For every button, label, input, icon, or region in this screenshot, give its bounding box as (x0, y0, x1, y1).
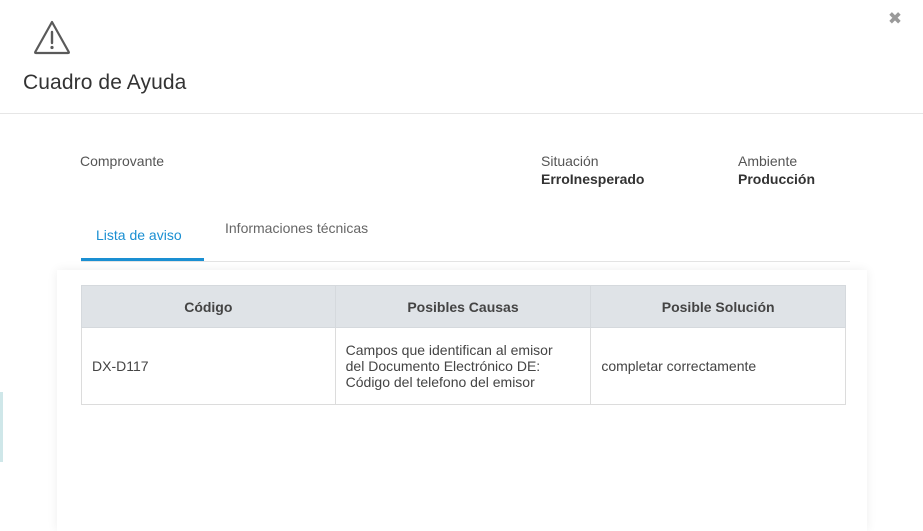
tab-bar: Lista de aviso Informaciones técnicas (81, 213, 850, 262)
causa-line: Campos que identifican al emisor (345, 342, 553, 358)
comprobante-label: Comprovante (80, 153, 165, 169)
dialog-title: Cuadro de Ayuda (23, 71, 187, 94)
tab-informaciones-tecnicas[interactable]: Informaciones técnicas (221, 213, 391, 260)
tab-lista-de-aviso[interactable]: Lista de aviso (81, 213, 204, 261)
column-header-causas: Posibles Causas (334, 285, 592, 328)
dialog-header: Cuadro de Ayuda ✖ (0, 0, 923, 114)
warnings-table: Código Posibles Causas Posible Solución … (81, 285, 846, 405)
table-row: DX-D117 Campos que identifican al emisor… (81, 327, 846, 405)
situacion-value: ErroInesperado (541, 171, 645, 187)
cell-causas: Campos que identifican al emisor del Doc… (334, 327, 592, 405)
ambiente-value: Producción (738, 171, 816, 187)
close-icon[interactable]: ✖ (886, 10, 904, 28)
cell-solucion: completar correctamente (590, 327, 846, 405)
cell-codigo: DX-D117 (81, 327, 336, 405)
ambiente-label: Ambiente (738, 153, 798, 169)
warning-triangle-icon (34, 20, 70, 55)
column-header-codigo: Código (81, 285, 336, 328)
causa-line: Código del telefono del emisor (345, 374, 535, 390)
tab-label: Informaciones técnicas (225, 220, 369, 236)
column-header-solucion: Posible Solución (590, 285, 846, 328)
help-dialog: Cuadro de Ayuda ✖ Comprovante Situación … (0, 0, 923, 531)
situacion-label: Situación (541, 153, 599, 169)
table-header-row: Código Posibles Causas Posible Solución (81, 285, 846, 328)
left-edge-accent (0, 392, 3, 462)
causa-line: del Documento Electrónico DE: (345, 358, 541, 374)
tab-label: Lista de aviso (96, 227, 182, 243)
